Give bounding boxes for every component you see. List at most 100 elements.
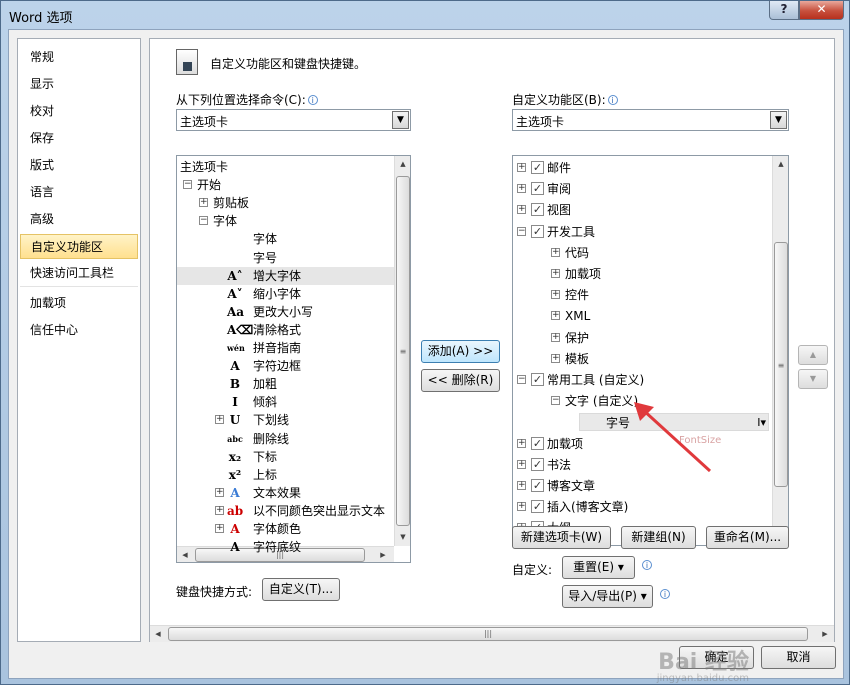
collapse-icon[interactable]: − [517,375,526,384]
tree-row[interactable]: 字体 [177,230,394,248]
expand-icon[interactable]: + [517,205,526,215]
expand-icon[interactable]: + [551,353,560,363]
checkbox[interactable]: ✓ [531,224,544,238]
checkbox[interactable]: ✓ [531,457,544,471]
reset-button[interactable]: 重置(E) ▾ [562,556,635,579]
expand-icon[interactable]: + [517,502,526,512]
ribbon-tree-row[interactable]: + 加载项 [513,265,772,283]
collapse-icon[interactable]: − [199,216,208,226]
customize-ribbon-combo[interactable]: 主选项卡 ▼ [512,109,789,131]
expand-icon[interactable]: + [517,184,526,194]
ribbon-tree[interactable]: ▲ ≡ ▼ +✓邮件+✓审阅+✓视图−✓开发工具+代码+加载项+控件+XML+保… [512,155,789,546]
expand-icon[interactable]: + [517,438,526,448]
tree-row[interactable]: x² 上标 [177,466,394,484]
checkbox[interactable]: ✓ [531,479,544,492]
collapse-icon[interactable]: − [183,180,192,190]
tree-row[interactable]: wén 拼音指南 [177,339,394,357]
ribbon-tree-row[interactable]: + ✓ 审阅 [513,180,772,198]
ribbon-tree-row[interactable]: − ✓ 常用工具 (自定义) [513,371,772,389]
expand-icon[interactable]: + [517,459,526,469]
checkbox[interactable]: ✓ [531,203,544,217]
nav-item[interactable]: 版式 [20,153,138,178]
checkbox[interactable]: ✓ [531,373,544,386]
checkbox[interactable]: ✓ [531,500,544,514]
ribbon-tree-row[interactable]: + XML [513,307,772,325]
page-hscroll[interactable]: ◀ ||| ▶ [150,625,834,642]
expand-icon[interactable]: + [215,505,224,515]
cancel-button[interactable]: 取消 [761,646,836,669]
page-hscroll-thumb[interactable]: ||| [168,627,808,641]
chevron-down-icon[interactable]: ▼ [770,111,787,129]
nav-item[interactable]: 加载项 [20,291,138,316]
tree-row[interactable]: + 剪贴板 [177,194,394,212]
checkbox[interactable]: ✓ [531,161,544,174]
ribbon-tree-row[interactable]: + 控件 [513,286,772,304]
expand-icon[interactable]: + [551,332,560,342]
ribbon-tree-row[interactable]: + ✓ 博客文章 [513,477,772,495]
scroll-thumb[interactable]: ≡ [774,242,788,487]
nav-item[interactable]: 快速访问工具栏 [20,261,138,286]
scroll-left-icon[interactable]: ◀ [150,626,166,643]
tree-row[interactable]: A˄ 增大字体 [177,266,394,285]
tree-row[interactable]: Aa 更改大小写 [177,303,394,321]
commands-list[interactable]: ▲ ≡ ▼ ◀ ||| ▶ 主选项卡 − 开始 + 剪贴板 − 字体 字体 字号 A˄ 增大字体 A˅… [176,155,411,563]
ribbon-vscroll[interactable]: ▲ ≡ ▼ [772,156,788,545]
scroll-right-icon[interactable]: ▶ [817,626,833,643]
rename-button[interactable]: 重命名(M)... [706,526,789,549]
import-export-button[interactable]: 导入/导出(P) ▾ [562,585,653,608]
nav-item[interactable]: 显示 [20,72,138,97]
tree-row[interactable]: 主选项卡 [177,158,394,176]
tree-row[interactable]: A 字符底纹 [177,538,394,556]
nav-item[interactable]: 保存 [20,126,138,151]
help-button[interactable]: ? [769,1,799,20]
ribbon-tree-row[interactable]: + ✓ 插入(博客文章) [513,498,772,516]
close-button[interactable]: ✕ [799,1,844,20]
scroll-up-icon[interactable]: ▲ [395,156,410,173]
nav-item[interactable]: 信任中心 [20,318,138,343]
text-cursor-icon[interactable]: I▾ [757,414,766,432]
tree-row[interactable]: + ab 以不同颜色突出显示文本 [177,502,394,520]
nav-item[interactable]: 校对 [20,99,138,124]
commands-vscroll[interactable]: ▲ ≡ ▼ [394,156,410,546]
tree-row[interactable]: B 加粗 [177,375,394,393]
checkbox[interactable]: ✓ [531,182,544,196]
move-up-button[interactable]: ▲ [798,345,828,365]
add-button[interactable]: 添加(A) >> [421,340,500,363]
collapse-icon[interactable]: − [551,396,560,406]
ribbon-tree-row[interactable]: − ✓ 开发工具 [513,223,772,241]
expand-icon[interactable]: + [551,269,560,278]
chevron-down-icon[interactable]: ▼ [392,111,409,129]
tree-row[interactable]: I 倾斜 [177,393,394,411]
new-tab-button[interactable]: 新建选项卡(W) [512,526,611,549]
expand-icon[interactable]: + [551,247,560,257]
tree-row[interactable]: + A 字体颜色 [177,520,394,538]
tree-row[interactable]: A˅ 缩小字体 [177,285,394,303]
tree-row[interactable]: x₂ 下标 [177,448,394,466]
choose-commands-combo[interactable]: 主选项卡 ▼ [176,109,411,131]
tree-row[interactable]: + A 文本效果 [177,484,394,502]
checkbox[interactable]: ✓ [531,436,544,450]
expand-icon[interactable]: + [215,415,224,425]
expand-icon[interactable]: + [551,311,560,321]
tree-row[interactable]: − 字体 [177,212,394,230]
remove-button[interactable]: << 删除(R) [421,369,500,392]
nav-item[interactable]: 语言 [20,180,138,205]
nav-item[interactable]: 高级 [20,207,138,232]
ribbon-tree-row[interactable]: + ✓ 视图 [513,201,772,219]
ribbon-tree-row[interactable]: + 保护 [513,329,772,347]
expand-icon[interactable]: + [199,198,208,208]
scroll-up-icon[interactable]: ▲ [773,156,788,173]
ribbon-tree-row[interactable]: + ✓ 邮件 [513,159,772,177]
nav-item[interactable]: 常规 [20,45,138,70]
tree-row[interactable]: A⌫ 清除格式 [177,321,394,339]
scroll-down-icon[interactable]: ▼ [395,529,410,546]
collapse-icon[interactable]: − [517,226,526,236]
expand-icon[interactable]: + [517,481,526,490]
tree-row[interactable]: − 开始 [177,176,394,194]
tree-row[interactable]: 字号 [177,249,394,267]
tree-row[interactable]: + U 下划线 [177,411,394,429]
expand-icon[interactable]: + [517,163,526,172]
scroll-thumb[interactable]: ≡ [396,176,410,526]
nav-item[interactable]: 自定义功能区 [20,234,138,259]
expand-icon[interactable]: + [215,487,224,497]
